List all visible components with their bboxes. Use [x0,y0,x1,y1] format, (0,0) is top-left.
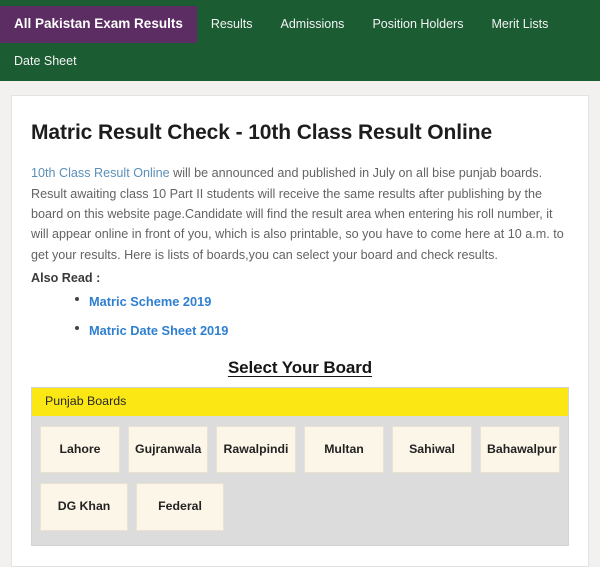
board-button-lahore[interactable]: Lahore [40,426,120,474]
nav-item-date-sheet[interactable]: Date Sheet [0,43,91,82]
board-button-gujranwala[interactable]: Gujranwala [128,426,208,474]
navbar-brand[interactable]: All Pakistan Exam Results [0,6,197,43]
board-button-bahawalpur[interactable]: Bahawalpur [480,426,560,474]
also-read-list: Matric Scheme 2019 Matric Date Sheet 201… [31,290,569,344]
navbar-row-secondary: Date Sheet [0,43,600,82]
nav-item-merit-lists[interactable]: Merit Lists [477,6,562,43]
content-card: Matric Result Check - 10th Class Result … [11,95,589,567]
navbar-row-primary: All Pakistan Exam Results Results Admiss… [0,6,600,43]
board-button-rawalpindi[interactable]: Rawalpindi [216,426,296,474]
board-row-2: DG Khan Federal [40,483,560,531]
page-title: Matric Result Check - 10th Class Result … [31,121,493,144]
nav-item-admissions[interactable]: Admissions [267,6,359,43]
page-wrapper: Matric Result Check - 10th Class Result … [0,81,600,567]
nav-item-position-holders[interactable]: Position Holders [358,6,477,43]
board-button-dg-khan[interactable]: DG Khan [40,483,128,531]
nav-item-results[interactable]: Results [197,6,267,43]
intro-paragraph-text: will be announced and published in July … [31,166,564,262]
list-item: Matric Date Sheet 2019 [75,319,569,344]
board-button-federal[interactable]: Federal [136,483,224,531]
intro-inline-link[interactable]: 10th Class Result Online [31,166,170,180]
panel-header-punjab-boards: Punjab Boards [32,387,568,417]
main-navbar: All Pakistan Exam Results Results Admiss… [0,0,600,81]
also-read-label: Also Read : [31,271,101,286]
also-read-link-matric-scheme[interactable]: Matric Scheme 2019 [89,294,211,309]
select-your-board-heading: Select Your Board [227,357,373,377]
board-button-sahiwal[interactable]: Sahiwal [392,426,472,474]
intro-paragraph: 10th Class Result Online will be announc… [31,163,569,265]
board-button-multan[interactable]: Multan [304,426,384,474]
list-item: Matric Scheme 2019 [75,290,569,315]
board-button-rows: Lahore Gujranwala Rawalpindi Multan Sahi… [32,426,568,531]
board-row-1: Lahore Gujranwala Rawalpindi Multan Sahi… [40,426,560,474]
board-selection-panel: Punjab Boards Lahore Gujranwala Rawalpin… [31,386,569,546]
also-read-link-matric-date-sheet[interactable]: Matric Date Sheet 2019 [89,323,228,338]
